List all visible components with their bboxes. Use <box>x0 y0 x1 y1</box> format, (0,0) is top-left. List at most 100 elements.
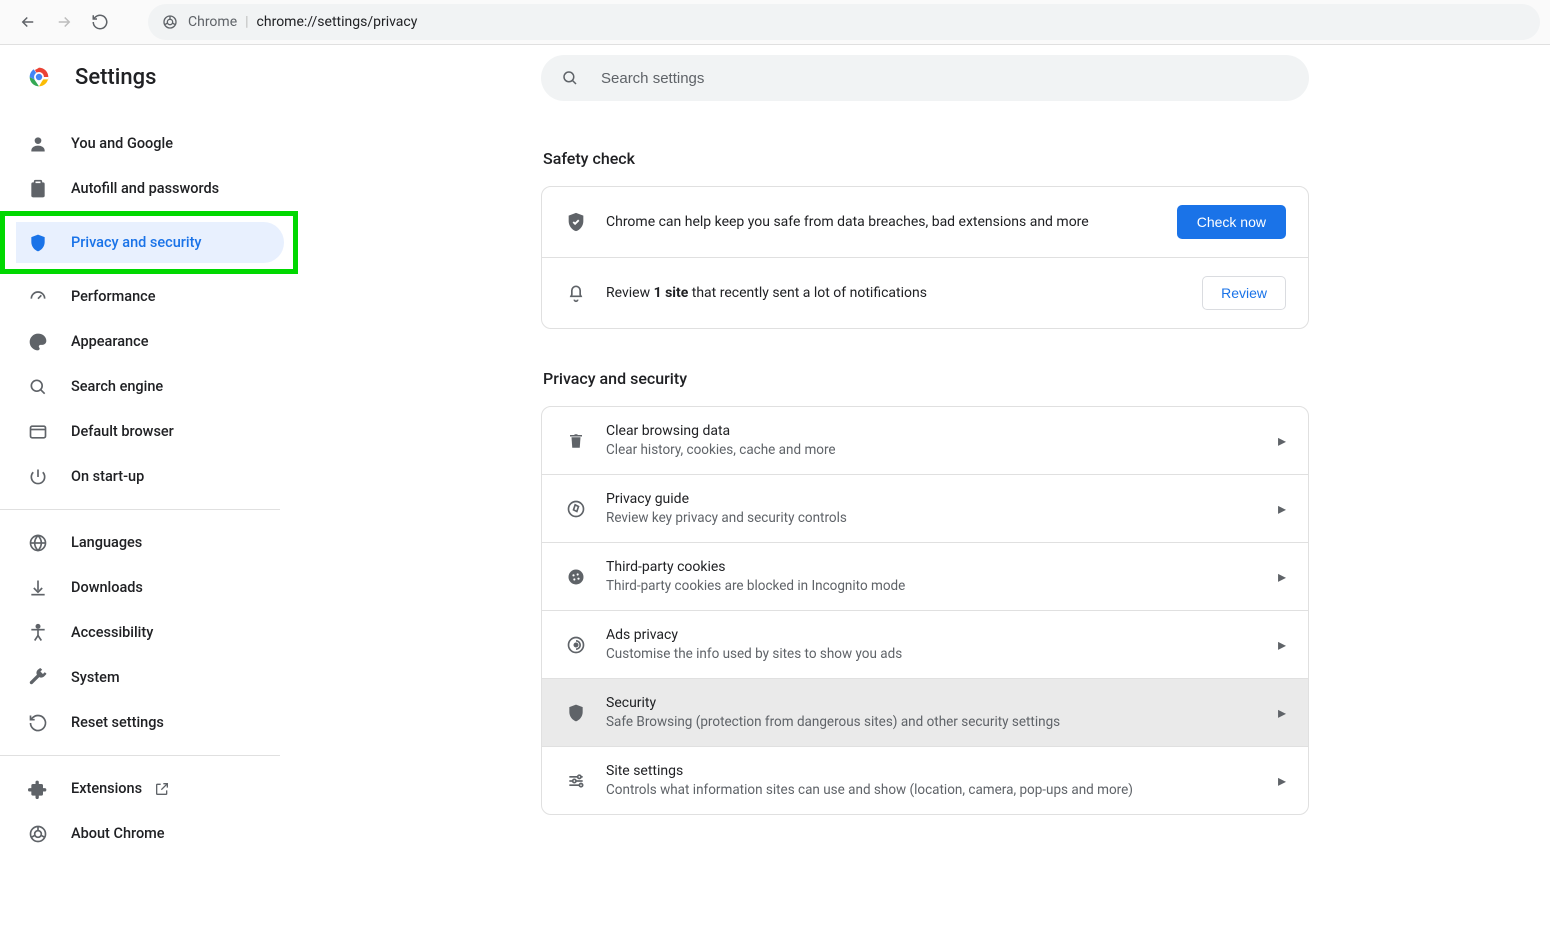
palette-icon <box>27 331 49 353</box>
notifications-review-row: Review 1 site that recently sent a lot o… <box>542 257 1308 328</box>
chevron-right-icon: ▸ <box>1278 703 1286 722</box>
settings-search[interactable] <box>541 55 1309 101</box>
reset-icon <box>27 712 49 734</box>
arrow-right-icon <box>55 13 73 31</box>
chevron-right-icon: ▸ <box>1278 499 1286 518</box>
sidebar-item-you-and-google[interactable]: You and Google <box>0 121 300 166</box>
sidebar-item-label: Privacy and security <box>71 234 202 251</box>
sidebar-nav-2: Languages Downloads Accessibility System… <box>0 520 300 745</box>
sidebar-item-label: Appearance <box>71 333 148 350</box>
sidebar-item-accessibility[interactable]: Accessibility <box>0 610 300 655</box>
wrench-icon <box>27 667 49 689</box>
row-clear-browsing-data[interactable]: Clear browsing data Clear history, cookie… <box>542 407 1308 474</box>
separator: | <box>245 14 248 30</box>
sidebar-nav: You and Google Autofill and passwords Pr… <box>0 121 300 499</box>
settings-search-input[interactable] <box>599 69 1289 88</box>
reload-icon <box>91 13 109 31</box>
row-site-settings[interactable]: Site settings Controls what information s… <box>542 746 1308 814</box>
sidebar-item-search-engine[interactable]: Search engine <box>0 364 300 409</box>
sidebar-item-label: Reset settings <box>71 714 164 731</box>
check-now-button[interactable]: Check now <box>1177 205 1286 239</box>
sidebar-nav-3: Extensions About Chrome <box>0 766 300 856</box>
bell-icon <box>564 283 588 303</box>
sidebar-item-label: Accessibility <box>71 624 153 641</box>
sidebar-divider <box>0 755 280 756</box>
privacy-list: Clear browsing data Clear history, cookie… <box>541 406 1309 815</box>
url-text: chrome://settings/privacy <box>257 14 418 30</box>
chevron-right-icon: ▸ <box>1278 771 1286 790</box>
ads-icon <box>564 635 588 655</box>
chevron-right-icon: ▸ <box>1278 431 1286 450</box>
speedometer-icon <box>27 286 49 308</box>
sidebar-item-label: Performance <box>71 288 156 305</box>
row-desc: Customise the info used by sites to show… <box>606 646 1268 662</box>
sidebar-item-appearance[interactable]: Appearance <box>0 319 300 364</box>
external-link-icon <box>154 781 170 797</box>
page-title: Settings <box>75 65 156 90</box>
sidebar-item-languages[interactable]: Languages <box>0 520 300 565</box>
row-desc: Third-party cookies are blocked in Incog… <box>606 578 1268 594</box>
compass-icon <box>564 499 588 519</box>
sidebar-item-label: Autofill and passwords <box>71 180 219 197</box>
chrome-outline-icon <box>162 14 178 30</box>
cookie-icon <box>564 567 588 587</box>
row-title: Security <box>606 695 1268 711</box>
row-desc: Review key privacy and security controls <box>606 510 1268 526</box>
back-button[interactable] <box>10 4 46 40</box>
section-title-safety: Safety check <box>543 149 1309 168</box>
sidebar-item-performance[interactable]: Performance <box>0 274 300 319</box>
sidebar-item-default-browser[interactable]: Default browser <box>0 409 300 454</box>
row-security[interactable]: Security Safe Browsing (protection from d… <box>542 678 1308 746</box>
browser-toolbar: Chrome | chrome://settings/privacy <box>0 0 1550 45</box>
sidebar-item-reset[interactable]: Reset settings <box>0 700 300 745</box>
sidebar-divider <box>0 509 280 510</box>
browser-icon <box>27 421 49 443</box>
row-third-party-cookies[interactable]: Third-party cookies Third-party cookies a… <box>542 542 1308 610</box>
search-icon <box>27 376 49 398</box>
notifications-review-text: Review 1 site that recently sent a lot o… <box>606 285 1202 301</box>
sidebar-item-on-startup[interactable]: On start-up <box>0 454 300 499</box>
row-desc: Clear history, cookies, cache and more <box>606 442 1268 458</box>
sidebar-item-label: System <box>71 669 120 686</box>
chrome-logo-icon <box>25 63 53 91</box>
trash-icon <box>564 432 588 450</box>
address-bar[interactable]: Chrome | chrome://settings/privacy <box>148 4 1540 40</box>
row-privacy-guide[interactable]: Privacy guide Review key privacy and secu… <box>542 474 1308 542</box>
row-title: Privacy guide <box>606 491 1268 507</box>
sidebar-item-downloads[interactable]: Downloads <box>0 565 300 610</box>
row-title: Ads privacy <box>606 627 1268 643</box>
sidebar-item-extensions[interactable]: Extensions <box>0 766 300 811</box>
sidebar-item-label: Search engine <box>71 378 163 395</box>
tune-icon <box>564 771 588 791</box>
download-icon <box>27 577 49 599</box>
url-scheme-label: Chrome <box>188 14 237 30</box>
sidebar-item-label: Languages <box>71 534 142 551</box>
review-button[interactable]: Review <box>1202 276 1286 310</box>
chevron-right-icon: ▸ <box>1278 635 1286 654</box>
power-icon <box>27 466 49 488</box>
reload-button[interactable] <box>82 4 118 40</box>
main-content: Safety check Chrome can help keep you sa… <box>300 45 1550 947</box>
sidebar-item-label: Default browser <box>71 423 174 440</box>
shield-icon <box>564 703 588 723</box>
sidebar-item-about[interactable]: About Chrome <box>0 811 300 856</box>
row-desc: Safe Browsing (protection from dangerous… <box>606 714 1268 730</box>
row-title: Third-party cookies <box>606 559 1268 575</box>
shield-icon <box>27 232 49 254</box>
sidebar-item-privacy[interactable]: Privacy and security <box>0 211 298 274</box>
search-icon <box>561 69 579 87</box>
sidebar-item-label: About Chrome <box>71 825 165 842</box>
arrow-left-icon <box>19 13 37 31</box>
safety-check-text: Chrome can help keep you safe from data … <box>606 214 1177 230</box>
chrome-outline-icon <box>27 823 49 845</box>
sidebar-item-autofill[interactable]: Autofill and passwords <box>0 166 300 211</box>
safety-check-card: Chrome can help keep you safe from data … <box>541 186 1309 329</box>
sidebar-item-label: On start-up <box>71 468 144 485</box>
row-title: Site settings <box>606 763 1268 779</box>
forward-button[interactable] <box>46 4 82 40</box>
globe-icon <box>27 532 49 554</box>
row-ads-privacy[interactable]: Ads privacy Customise the info used by si… <box>542 610 1308 678</box>
sidebar-item-system[interactable]: System <box>0 655 300 700</box>
row-title: Clear browsing data <box>606 423 1268 439</box>
row-desc: Controls what information sites can use … <box>606 782 1268 798</box>
